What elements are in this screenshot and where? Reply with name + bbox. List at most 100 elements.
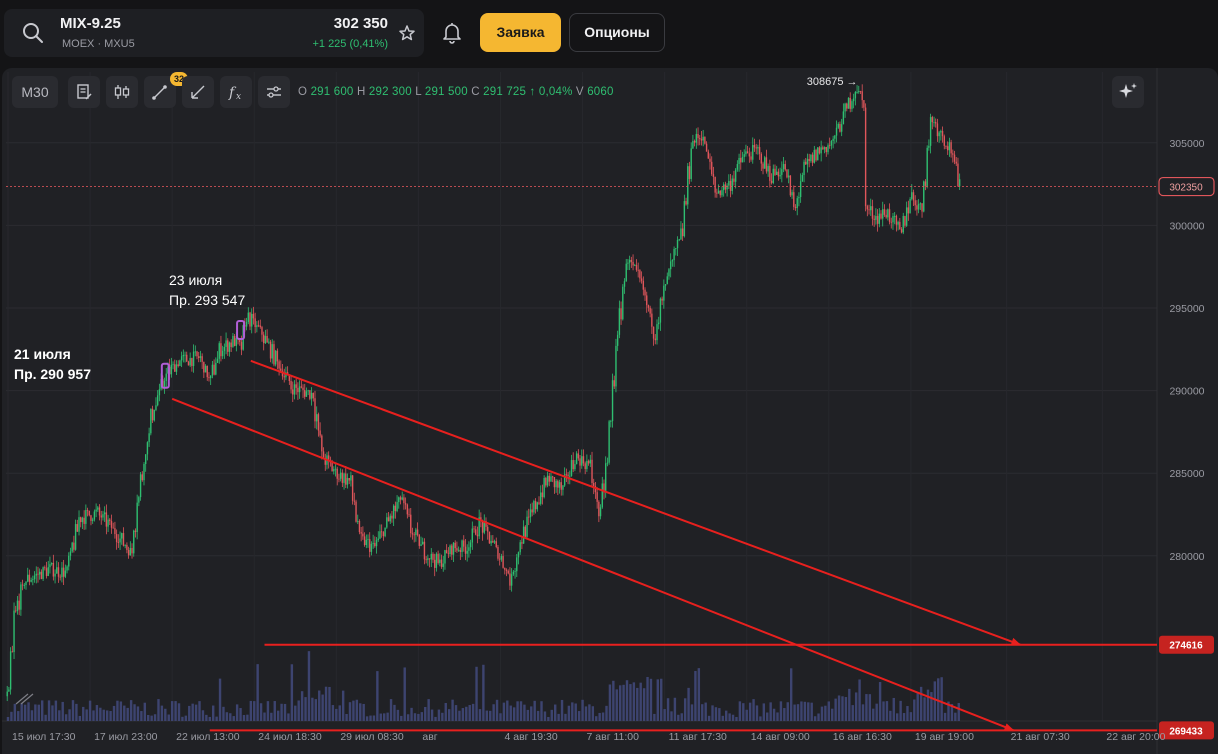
volume-bar bbox=[27, 702, 30, 721]
candle-body bbox=[704, 136, 706, 144]
ticker-selector[interactable]: MIX-9.25 MOEX · MXU5 302 350 +1 225 (0,4… bbox=[4, 9, 424, 57]
volume-bar bbox=[738, 701, 742, 721]
candle-body bbox=[786, 169, 788, 178]
volume-bar bbox=[99, 707, 102, 721]
candle-body bbox=[958, 179, 961, 187]
candle-body bbox=[451, 545, 453, 555]
candle-body bbox=[536, 502, 538, 510]
candle-body bbox=[574, 464, 576, 470]
volume-bar bbox=[957, 703, 960, 721]
candle-body bbox=[211, 364, 214, 376]
y-tick-label: 295000 bbox=[1169, 303, 1204, 315]
x-tick-label: 14 авг 09:00 bbox=[751, 731, 810, 743]
candle-body bbox=[319, 430, 321, 436]
candle-body bbox=[830, 141, 833, 146]
volume-bar bbox=[940, 677, 943, 721]
candle-body bbox=[406, 504, 409, 515]
indicators-button[interactable]: f x bbox=[220, 76, 252, 108]
volume-bar bbox=[632, 682, 636, 721]
volume-bar bbox=[413, 713, 417, 721]
candle-body bbox=[408, 514, 410, 516]
candle-body bbox=[103, 512, 106, 515]
candle-body bbox=[146, 442, 149, 455]
candle-body bbox=[897, 221, 899, 225]
chart-type-button[interactable] bbox=[68, 76, 100, 108]
volume-bar bbox=[369, 715, 372, 721]
price-chart[interactable]: 302350 274616 269433 21 июля Пр. 290 957 23 и… bbox=[2, 68, 1218, 754]
x-tick-label: 7 авг 11:00 bbox=[587, 731, 640, 743]
volume-bar bbox=[352, 700, 355, 721]
candle-body bbox=[437, 553, 439, 563]
volume-bar bbox=[201, 710, 205, 721]
candle-body bbox=[681, 228, 684, 237]
volume-bar bbox=[889, 710, 892, 721]
candle-body bbox=[444, 550, 446, 564]
bell-icon[interactable] bbox=[440, 20, 464, 44]
volume-bar bbox=[136, 706, 140, 721]
candle-body bbox=[817, 147, 819, 161]
candle-body bbox=[611, 380, 614, 422]
candle-body bbox=[278, 361, 280, 369]
candle-body bbox=[707, 151, 709, 159]
settings-button[interactable] bbox=[258, 76, 290, 108]
candle-body bbox=[671, 260, 674, 262]
star-icon[interactable] bbox=[398, 24, 416, 42]
candle-body bbox=[798, 197, 800, 199]
candle-body bbox=[540, 492, 542, 504]
volume-bar bbox=[584, 706, 588, 721]
search-icon[interactable] bbox=[22, 22, 44, 44]
volume-bar bbox=[735, 716, 738, 721]
options-button[interactable]: Опционы bbox=[569, 13, 665, 52]
candle-body bbox=[449, 545, 451, 555]
candle-body bbox=[639, 270, 641, 279]
candle-body bbox=[605, 463, 607, 493]
candle-body bbox=[399, 497, 402, 500]
candle-body bbox=[948, 142, 951, 151]
candle-body bbox=[495, 541, 497, 547]
candles bbox=[6, 84, 961, 702]
candle-body bbox=[411, 533, 414, 535]
candle-body bbox=[534, 500, 537, 510]
candle-body bbox=[11, 651, 14, 653]
candle-body bbox=[490, 540, 492, 544]
candle-body bbox=[541, 492, 544, 498]
volume-bar bbox=[386, 712, 389, 721]
candle-body bbox=[888, 209, 891, 222]
volume-bar bbox=[636, 687, 639, 721]
volume-bar bbox=[10, 711, 13, 721]
chart-panel[interactable]: 302350 274616 269433 21 июля Пр. 290 957 23 и… bbox=[2, 68, 1218, 754]
candle-body bbox=[598, 501, 600, 517]
ruler-button[interactable] bbox=[182, 76, 214, 108]
order-button[interactable]: Заявка bbox=[480, 13, 561, 52]
candles-button[interactable] bbox=[106, 76, 138, 108]
candle-body bbox=[355, 501, 357, 522]
candle-body bbox=[346, 477, 349, 485]
candle-body bbox=[387, 517, 390, 522]
volume-bar bbox=[694, 670, 697, 721]
volume-bar bbox=[177, 703, 181, 721]
volume-bar bbox=[465, 706, 468, 721]
candle-body bbox=[801, 175, 804, 182]
timeframe-button[interactable]: M30 bbox=[12, 76, 58, 108]
volume-bar bbox=[540, 701, 543, 721]
ohlc-low: 291 500 bbox=[424, 86, 468, 98]
candle-body bbox=[380, 531, 383, 533]
volume-bar bbox=[769, 702, 772, 721]
candle-body bbox=[445, 550, 448, 554]
ticker-exchange: MOEX · MXU5 bbox=[62, 38, 135, 50]
candle-body bbox=[675, 248, 677, 249]
volume-bar bbox=[164, 708, 167, 721]
volume-bar bbox=[789, 668, 793, 721]
candle-body bbox=[772, 168, 774, 183]
volume-bar bbox=[47, 700, 51, 721]
candle-body bbox=[642, 280, 645, 290]
volume-bar bbox=[834, 698, 837, 721]
ai-assistant-button[interactable] bbox=[1112, 76, 1144, 108]
candle-body bbox=[259, 325, 261, 328]
volume-bar bbox=[82, 706, 85, 721]
volume-bar bbox=[547, 716, 550, 721]
candle-body bbox=[652, 326, 655, 339]
volume-bar bbox=[75, 703, 78, 721]
candle-body bbox=[593, 482, 595, 487]
candle-body bbox=[114, 528, 116, 535]
